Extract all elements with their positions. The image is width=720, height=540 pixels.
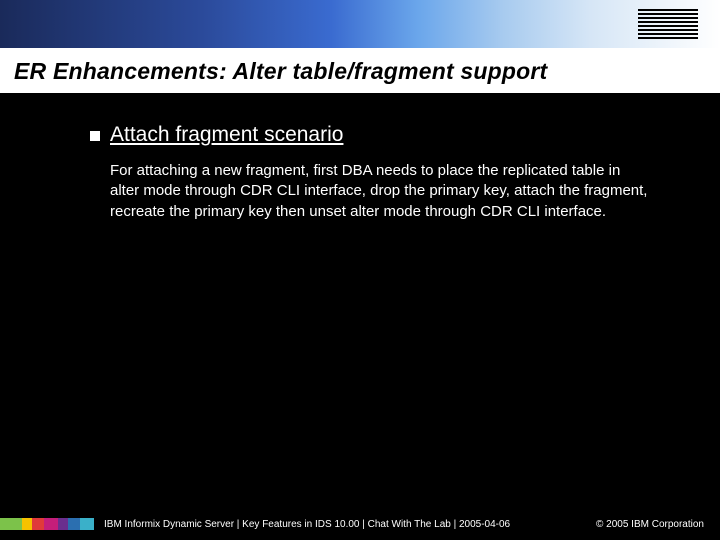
- page-number: 63: [6, 509, 17, 520]
- slide-title: ER Enhancements: Alter table/fragment su…: [14, 58, 706, 85]
- bullet-item: Attach fragment scenario: [90, 123, 660, 147]
- ibm-logo: [638, 9, 698, 39]
- footer-copyright: © 2005 IBM Corporation: [596, 519, 704, 530]
- footer-center-text: IBM Informix Dynamic Server | Key Featur…: [104, 519, 510, 530]
- header-banner: [0, 0, 720, 48]
- subheading: Attach fragment scenario: [110, 123, 343, 147]
- title-bar: ER Enhancements: Alter table/fragment su…: [0, 48, 720, 93]
- body-text: For attaching a new fragment, first DBA …: [110, 161, 650, 222]
- footer: 63 IBM Informix Dynamic Server | Key Fea…: [0, 516, 720, 532]
- bullet-square-icon: [90, 131, 100, 141]
- content-area: Attach fragment scenario For attaching a…: [0, 93, 720, 222]
